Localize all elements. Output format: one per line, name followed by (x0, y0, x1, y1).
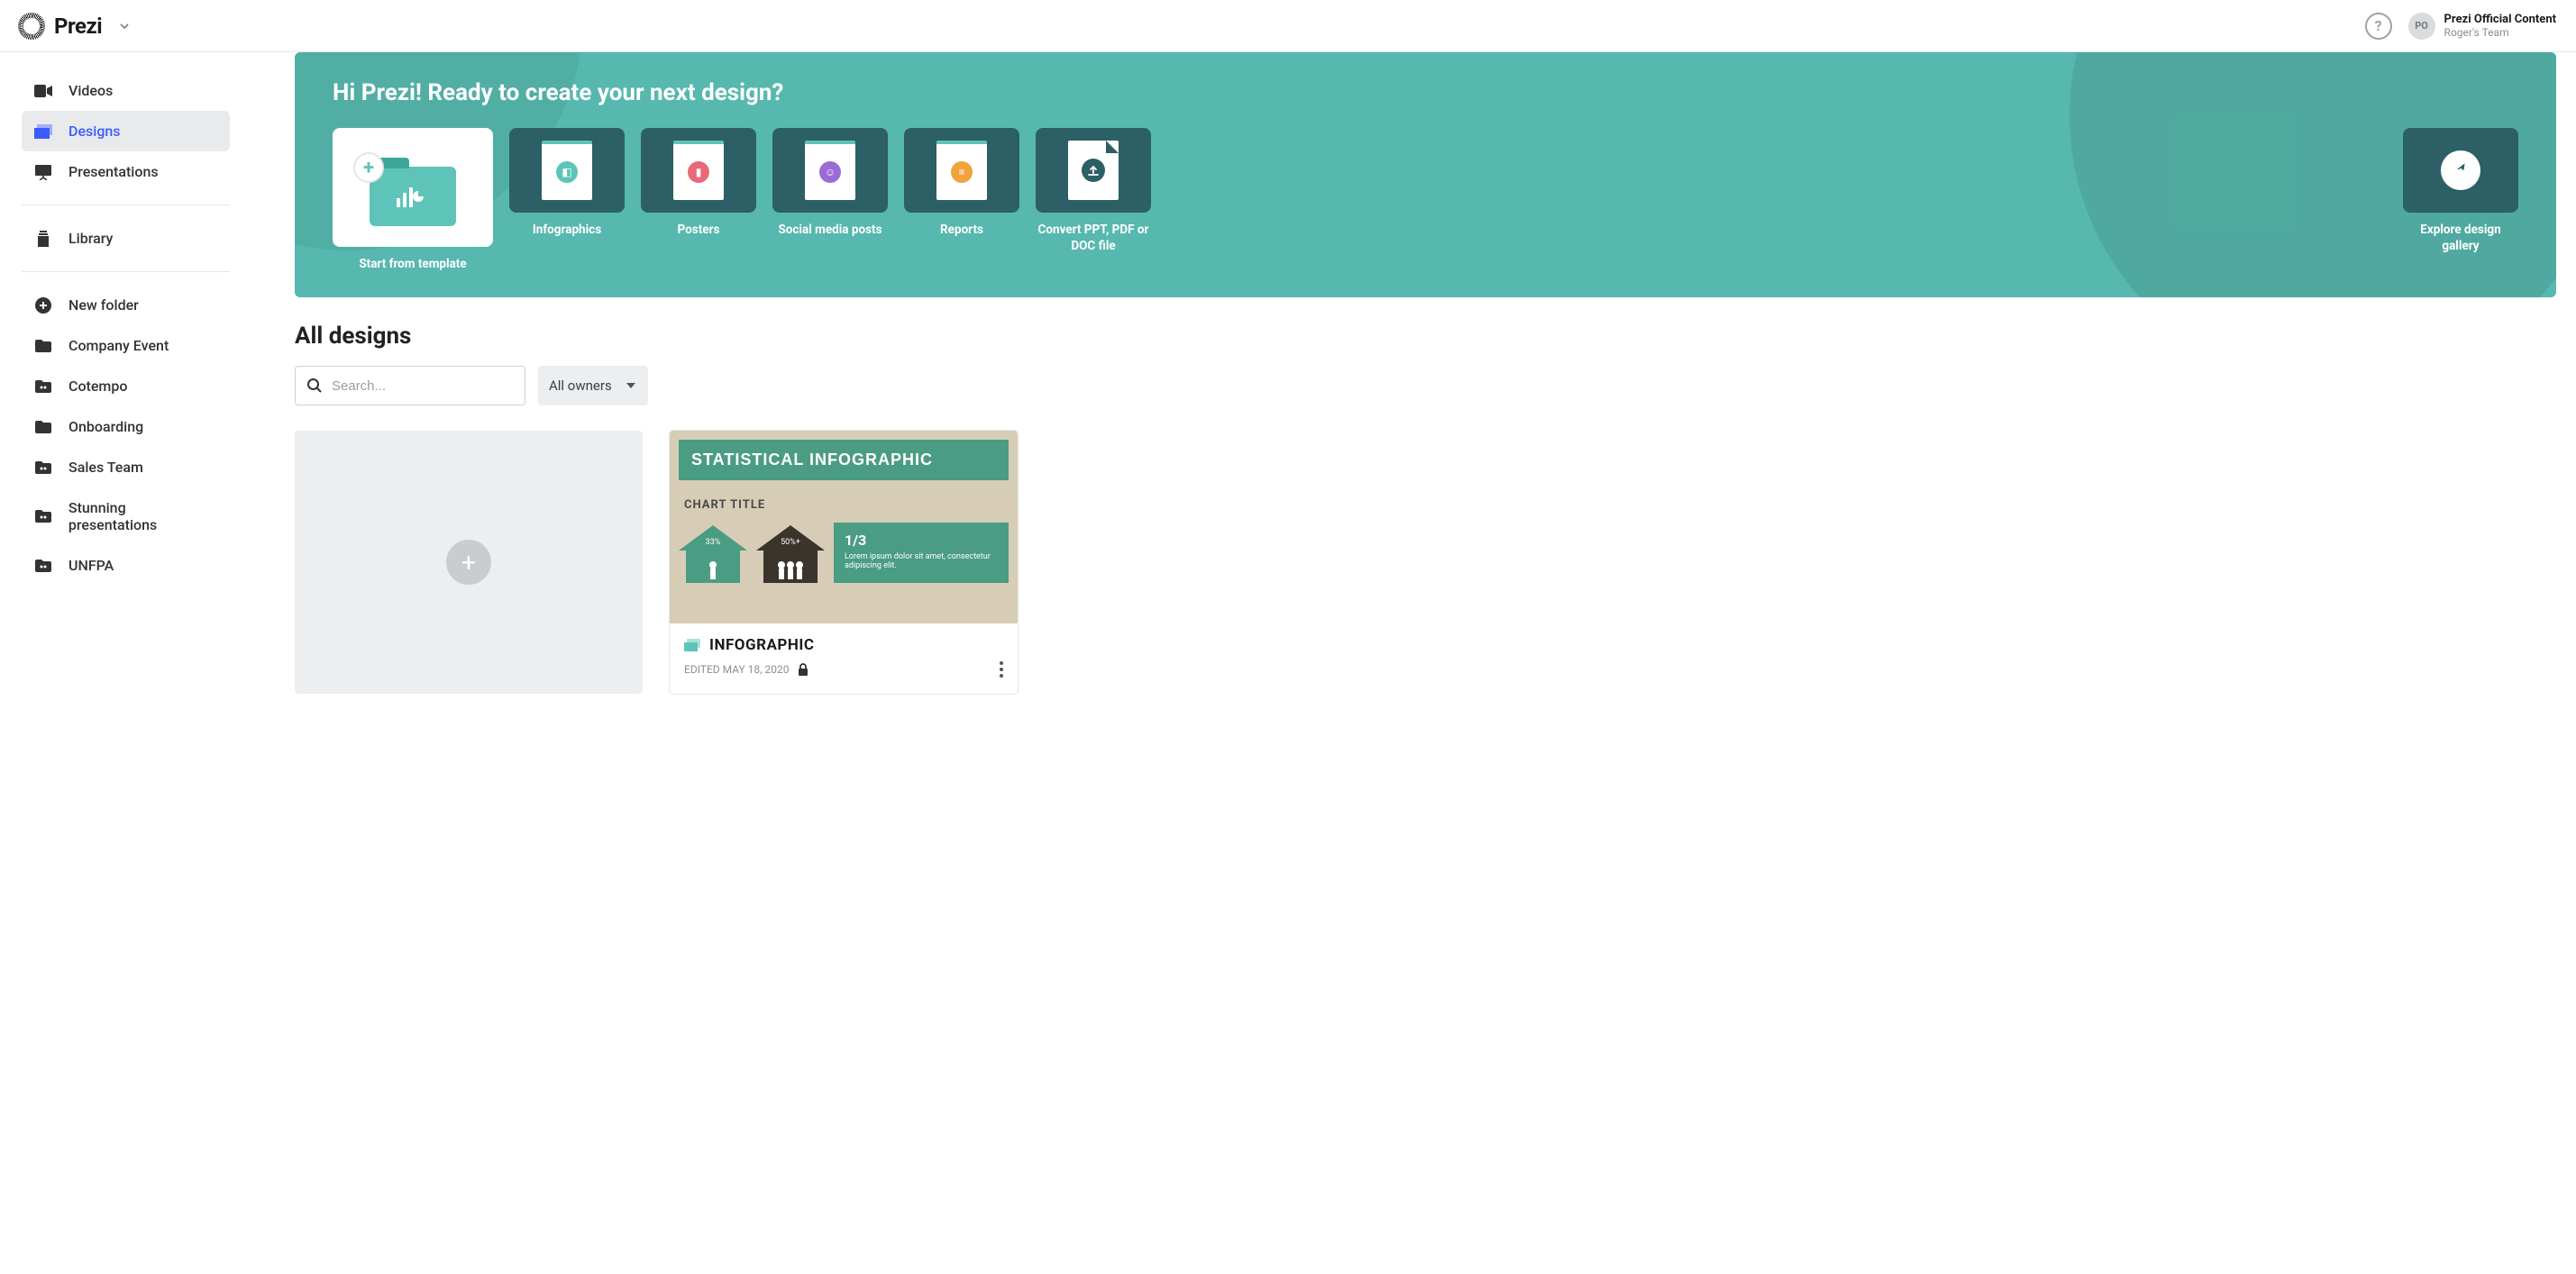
designs-grid: + STATISTICAL INFOGRAPHIC CHART TITLE 33… (295, 431, 2556, 694)
sidebar-item-label: Onboarding (69, 418, 143, 435)
sidebar-folder-sales-team[interactable]: Sales Team (22, 447, 230, 487)
design-title: INFOGRAPHIC (709, 636, 814, 654)
sidebar: Videos Designs Presentations Library (0, 52, 239, 730)
sidebar-item-label: Library (69, 230, 113, 247)
sidebar-folder-onboarding[interactable]: Onboarding (22, 406, 230, 447)
sidebar-folder-cotempo[interactable]: Cotempo (22, 366, 230, 406)
sidebar-folder-company-event[interactable]: Company Event (22, 325, 230, 366)
new-design-card[interactable]: + (295, 431, 643, 694)
plus-icon: + (446, 540, 491, 585)
presentations-icon (34, 164, 52, 180)
user-name: Prezi Official Content (2444, 13, 2556, 26)
sidebar-item-label: Sales Team (69, 459, 143, 476)
topbar-right: ? PO Prezi Official Content Roger's Team (2365, 13, 2556, 40)
avatar: PO (2408, 13, 2435, 40)
shared-folder-icon (34, 460, 52, 476)
brand-name: Prezi (54, 14, 102, 39)
help-icon[interactable]: ? (2365, 13, 2392, 40)
tile-label: Explore design gallery (2403, 222, 2518, 254)
upload-icon (1087, 164, 1100, 177)
chart-icon (395, 184, 431, 209)
card-meta: INFOGRAPHIC EDITED MAY 18, 2020 (670, 623, 1018, 688)
shared-folder-icon (34, 508, 52, 524)
search-input[interactable] (332, 378, 514, 394)
tile-label: Infographics (533, 222, 601, 238)
design-thumbnail: STATISTICAL INFOGRAPHIC CHART TITLE 33% … (670, 431, 1018, 623)
house-green-icon: 33% (679, 525, 747, 583)
folder-icon (34, 338, 52, 354)
sidebar-item-label: New folder (69, 296, 139, 314)
designs-toolbar: All owners (295, 366, 2556, 405)
shared-folder-icon (34, 378, 52, 395)
folder-icon (34, 419, 52, 435)
tile-posters[interactable]: ▮ Posters (641, 128, 756, 238)
user-team: Roger's Team (2444, 26, 2556, 39)
chevron-down-icon[interactable] (120, 23, 129, 29)
sidebar-item-presentations[interactable]: Presentations (22, 151, 230, 192)
sidebar-item-new-folder[interactable]: New folder (22, 285, 230, 325)
main-content: Hi Prezi! Ready to create your next desi… (239, 52, 2576, 730)
tile-explore-gallery[interactable]: Explore design gallery (2403, 128, 2518, 254)
tile-infographics[interactable]: ◧ Infographics (509, 128, 625, 238)
top-bar: Prezi ? PO Prezi Official Content Roger'… (0, 0, 2576, 52)
hero-banner: Hi Prezi! Ready to create your next desi… (295, 52, 2556, 297)
video-icon (34, 83, 52, 99)
hero-tiles: + Start from template ◧ Infographics (333, 128, 2518, 272)
section-title: All designs (295, 323, 2556, 350)
designs-icon (684, 639, 700, 651)
sidebar-folder-unfpa[interactable]: UNFPA (22, 545, 230, 586)
library-icon (34, 231, 52, 247)
search-icon (306, 378, 323, 394)
tile-start-from-template[interactable]: + Start from template (333, 128, 493, 272)
divider (22, 271, 230, 272)
sidebar-item-label: Presentations (69, 163, 159, 180)
tile-reports[interactable]: ≡ Reports (904, 128, 1019, 238)
sidebar-item-designs[interactable]: Designs (22, 111, 230, 151)
tile-label: Posters (678, 222, 720, 238)
thumb-stat-box: 1/3 Lorem ipsum dolor sit amet, consecte… (834, 523, 1009, 583)
brand[interactable]: Prezi (18, 13, 129, 40)
sidebar-item-label: Designs (69, 123, 121, 140)
lock-icon (798, 663, 808, 676)
tile-label: Convert PPT, PDF or DOC file (1036, 222, 1151, 254)
design-card[interactable]: STATISTICAL INFOGRAPHIC CHART TITLE 33% … (670, 431, 1018, 694)
tile-label: Start from template (359, 256, 466, 272)
tile-label: Reports (940, 222, 983, 238)
shared-folder-icon (34, 558, 52, 574)
compass-icon (2441, 150, 2480, 190)
design-edited-date: EDITED MAY 18, 2020 (684, 663, 789, 676)
card-menu-button[interactable] (1000, 661, 1003, 678)
house-dark-icon: 50%+ (756, 525, 825, 583)
sidebar-folder-stunning-presentations[interactable]: Stunning presentations (22, 487, 230, 545)
brand-logo-icon (18, 13, 45, 40)
search-box[interactable] (295, 366, 525, 405)
plus-circle-icon (34, 297, 52, 314)
thumb-chart-title: CHART TITLE (684, 498, 1009, 512)
user-menu[interactable]: PO Prezi Official Content Roger's Team (2408, 13, 2556, 40)
sidebar-item-label: Company Event (69, 337, 169, 354)
sidebar-item-library[interactable]: Library (22, 218, 230, 259)
sidebar-item-videos[interactable]: Videos (22, 70, 230, 111)
owner-filter-label: All owners (549, 378, 612, 394)
sidebar-item-label: Videos (69, 82, 113, 99)
plus-icon: + (353, 152, 384, 183)
tile-convert-file[interactable]: Convert PPT, PDF or DOC file (1036, 128, 1151, 254)
designs-icon (34, 123, 52, 140)
tile-label: Social media posts (778, 222, 882, 238)
sidebar-item-label: Stunning presentations (69, 499, 217, 533)
sidebar-item-label: Cotempo (69, 378, 127, 395)
owner-filter-select[interactable]: All owners (538, 366, 648, 405)
sidebar-item-label: UNFPA (69, 557, 114, 574)
user-meta: Prezi Official Content Roger's Team (2444, 13, 2556, 39)
thumb-banner: STATISTICAL INFOGRAPHIC (679, 440, 1009, 480)
tile-social-media-posts[interactable]: ☺ Social media posts (772, 128, 888, 238)
hero-greeting: Hi Prezi! Ready to create your next desi… (333, 79, 2518, 106)
